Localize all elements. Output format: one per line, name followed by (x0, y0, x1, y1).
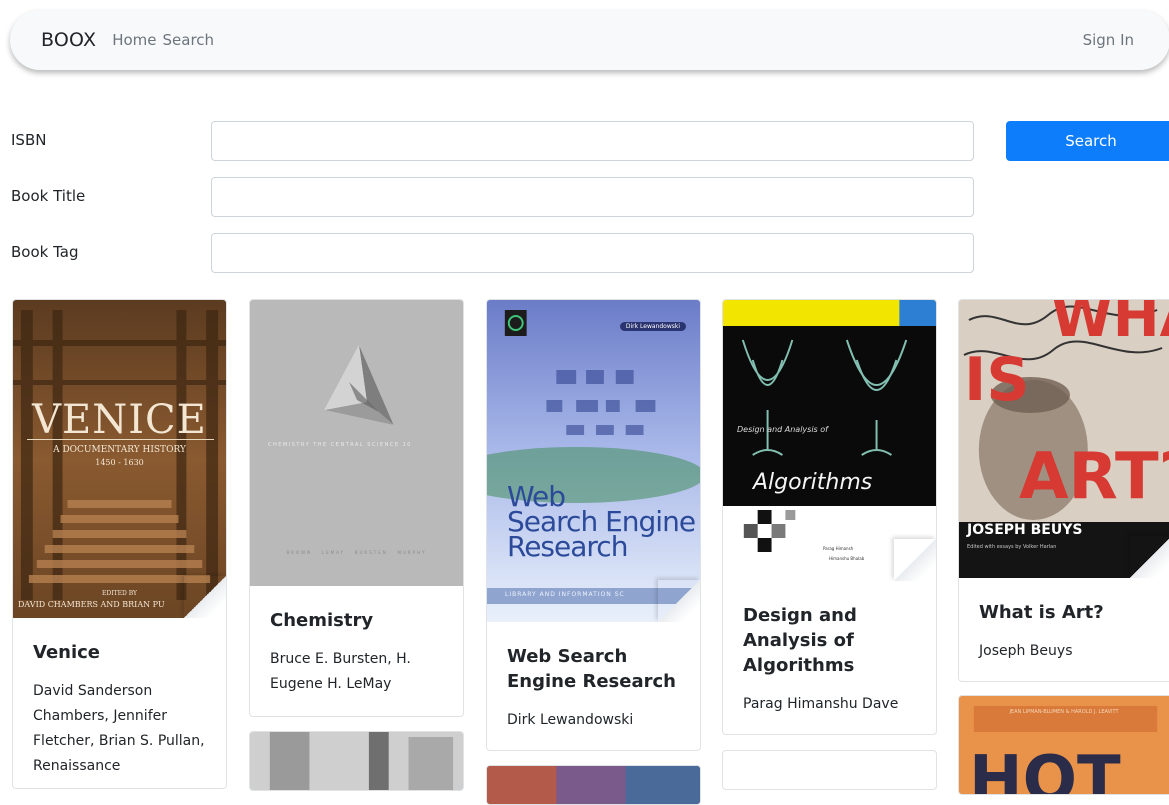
book-card-body: Design and Analysis of Algorithms Parag … (723, 581, 936, 717)
book-card-algorithms[interactable]: Design and Analysis of Algorithms Parag … (722, 299, 937, 735)
web-search-cover-author: Dirk Lewandowski (619, 322, 686, 331)
book-tag-label: Book Tag (11, 243, 79, 261)
book-title: Design and Analysis of Algorithms (743, 605, 857, 676)
what-is-art-cover-word2: IS (964, 345, 1030, 415)
sign-in-link[interactable]: Sign In (1083, 31, 1134, 49)
web-search-cover-series: LIBRARY AND INFORMATION SC (505, 591, 625, 598)
book-card-body: Web Search Engine Research Dirk Lewandow… (487, 622, 700, 733)
web-search-cover-title: Web Search Engine Research (507, 483, 696, 561)
page-curl-icon (658, 580, 700, 622)
book-cover-partial[interactable] (250, 732, 463, 790)
book-authors: Bruce E. Bursten, H. Eugene H. LeMay (270, 651, 411, 692)
partial-cover-art (250, 732, 463, 790)
partial-cover-art (487, 766, 700, 804)
page-curl-icon (1130, 536, 1169, 578)
chemistry-cover-title: CHEMISTRY THE CENTRAL SCIENCE 10 (268, 442, 412, 448)
book-cover-venice[interactable]: VENICE A DOCUMENTARY HISTORY 1450 - 1630… (13, 300, 226, 618)
book-cover-partial[interactable] (487, 766, 700, 804)
book-cover-hot[interactable]: JEAN LIPMAN-BLUMEN & HAROLD J. LEAVITT H… (959, 696, 1169, 795)
nav-link-home[interactable]: Home (112, 31, 156, 49)
algorithms-cover-main: Algorithms (753, 470, 873, 495)
venice-cover-years: 1450 - 1630 (95, 458, 144, 467)
algorithms-cover-authors-2: Himanshu Bhalab (829, 556, 865, 561)
isbn-label: ISBN (11, 131, 47, 149)
page-curl-icon (184, 576, 226, 618)
isbn-input[interactable] (211, 121, 974, 161)
book-title-input[interactable] (211, 177, 974, 217)
book-title: What is Art? (979, 602, 1104, 623)
page-curl-icon (894, 539, 936, 581)
venice-cover-subtitle: A DOCUMENTARY HISTORY (53, 445, 186, 455)
book-cover-what-is-art[interactable]: WHAT IS ART? JOSEPH BEUYS Edited with es… (959, 300, 1169, 578)
book-cover-algorithms[interactable]: Design and Analysis of Algorithms Parag … (723, 300, 936, 581)
book-card-web-search[interactable]: Dirk Lewandowski Web Search Engine Resea… (486, 299, 701, 751)
what-is-art-cover-small: Edited with essays by Volker Harlan (967, 544, 1057, 550)
venice-cover-title: VENICE (32, 397, 207, 443)
nav-link-search[interactable]: Search (163, 31, 215, 49)
book-card-body: What is Art? Joseph Beuys (959, 578, 1169, 664)
book-card-body: Venice David Sanderson Chambers, Jennife… (13, 618, 226, 779)
book-title: Web Search Engine Research (507, 646, 676, 692)
book-card-hot[interactable]: JEAN LIPMAN-BLUMEN & HAROLD J. LEAVITT H… (958, 695, 1169, 795)
book-card-partial[interactable] (722, 750, 937, 790)
venice-cover-rule (27, 439, 214, 440)
what-is-art-cover-author: JOSEPH BEUYS (967, 522, 1083, 538)
brand-logo[interactable]: BOOX (41, 29, 96, 51)
book-title: Venice (33, 642, 101, 663)
book-title: Chemistry (270, 610, 374, 631)
web-search-cover-art (487, 300, 700, 622)
hot-cover-authors: JEAN LIPMAN-BLUMEN & HAROLD J. LEAVITT (1009, 709, 1119, 715)
book-authors: Joseph Beuys (979, 643, 1073, 659)
book-authors: Dirk Lewandowski (507, 712, 634, 728)
book-card-body: Chemistry Bruce E. Bursten, H. Eugene H.… (250, 586, 463, 697)
book-card-chemistry[interactable]: CHEMISTRY THE CENTRAL SCIENCE 10 BROWN L… (249, 299, 464, 717)
chemistry-cover-main: CHEMISTRY (268, 442, 311, 448)
algorithms-cover-authors-1: Parag Himansh (823, 546, 854, 551)
algorithms-cover-small: Design and Analysis of (737, 425, 828, 434)
book-cover-web-search[interactable]: Dirk Lewandowski Web Search Engine Resea… (487, 300, 700, 622)
chemistry-cover-authors: BROWN LEMAY BURSTEN MURPHY (286, 550, 427, 555)
book-authors: Parag Himanshu Dave (743, 696, 899, 712)
book-card-partial[interactable] (249, 731, 464, 791)
book-card-venice[interactable]: VENICE A DOCUMENTARY HISTORY 1450 - 1630… (12, 299, 227, 789)
search-button[interactable]: Search (1006, 121, 1169, 161)
book-title-label: Book Title (11, 187, 86, 205)
chemistry-cover-sub: THE CENTRAL SCIENCE 10 (313, 442, 412, 448)
book-card-partial[interactable] (486, 765, 701, 805)
book-authors: David Sanderson Chambers, Jennifer Fletc… (33, 683, 205, 774)
book-cover-chemistry[interactable]: CHEMISTRY THE CENTRAL SCIENCE 10 BROWN L… (250, 300, 463, 586)
what-is-art-cover-word1: WHAT (1051, 300, 1169, 350)
book-card-what-is-art[interactable]: WHAT IS ART? JOSEPH BEUYS Edited with es… (958, 299, 1169, 682)
hot-cover-title: HOT (969, 743, 1121, 795)
what-is-art-cover-word3: ART? (1019, 440, 1169, 514)
navbar: BOOX Home Search Sign In (10, 10, 1169, 70)
book-tag-input[interactable] (211, 233, 974, 273)
